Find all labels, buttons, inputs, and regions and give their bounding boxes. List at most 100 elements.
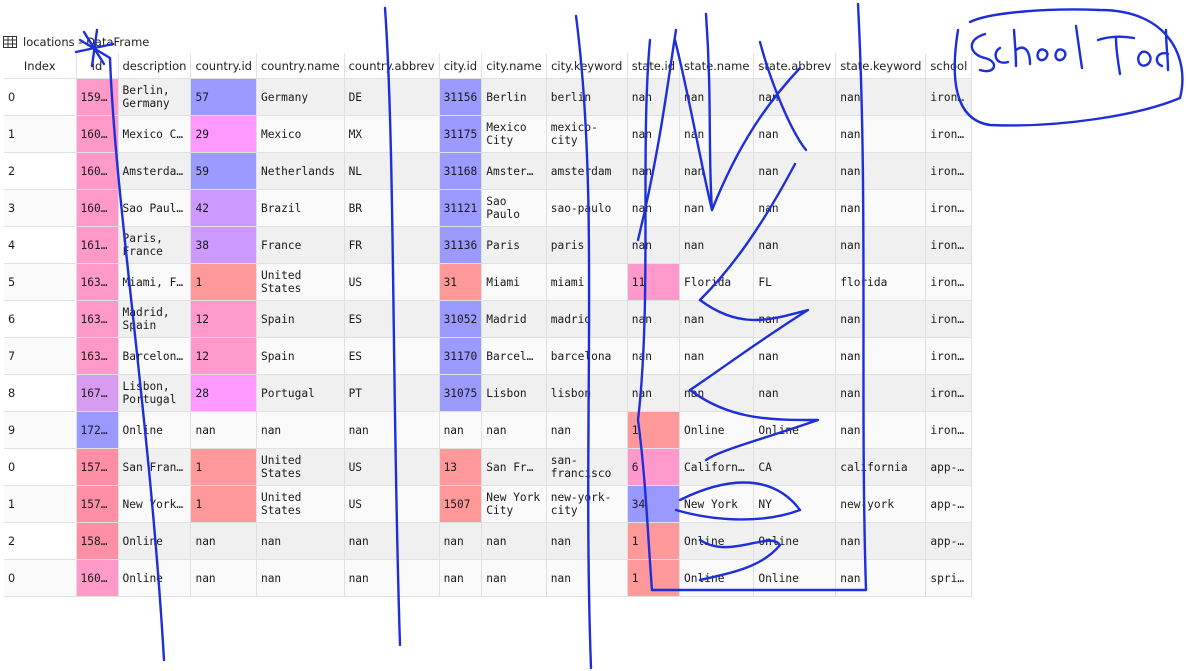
table-row[interactable]: 3 160… Sao Paul… 42 Brazil BR 31121 Sao Paulo sa…: [4, 189, 973, 227]
table-row[interactable]: 1 157… New York… 1 United States US 1507 New Yo…: [4, 485, 973, 523]
table-cell[interactable]: nan: [343, 522, 440, 560]
table-cell[interactable]: california: [835, 448, 927, 486]
column-header-index[interactable]: Index: [4, 53, 77, 79]
table-cell[interactable]: San Fr…: [481, 448, 547, 486]
table-cell[interactable]: 157…: [75, 485, 119, 523]
table-cell[interactable]: nan: [835, 374, 927, 412]
table-cell[interactable]: 59: [190, 152, 257, 190]
table-cell[interactable]: 157…: [75, 448, 119, 486]
table-cell[interactable]: Mexico C…: [117, 115, 192, 153]
table-cell[interactable]: nan: [438, 559, 483, 597]
table-cell[interactable]: mexico- city: [545, 115, 628, 153]
table-cell[interactable]: Miami, F…: [117, 263, 192, 301]
column-header-state-id[interactable]: state.id: [627, 53, 681, 79]
table-cell[interactable]: 1: [626, 559, 681, 597]
table-cell[interactable]: Lisbon: [481, 374, 547, 412]
table-cell[interactable]: nan: [626, 374, 681, 412]
table-cell[interactable]: florida: [835, 263, 927, 301]
table-cell[interactable]: Barcel…: [481, 337, 547, 375]
table-cell[interactable]: Amster…: [481, 152, 547, 190]
table-cell[interactable]: nan: [190, 411, 257, 449]
table-cell[interactable]: iron…: [925, 374, 973, 412]
table-cell[interactable]: nan: [753, 226, 837, 264]
column-header-school[interactable]: school: [925, 53, 973, 79]
table-cell[interactable]: Online: [679, 559, 755, 597]
table-cell[interactable]: miami: [545, 263, 628, 301]
table-cell[interactable]: berlin: [545, 78, 628, 116]
table-cell[interactable]: nan: [255, 559, 345, 597]
table-cell[interactable]: nan: [835, 189, 927, 227]
table-cell[interactable]: nan: [753, 189, 837, 227]
table-cell[interactable]: 159…: [75, 78, 119, 116]
table-cell[interactable]: 31168: [438, 152, 483, 190]
table-cell[interactable]: nan: [626, 300, 681, 338]
row-index[interactable]: 3: [4, 189, 77, 227]
table-cell[interactable]: iron…: [925, 78, 973, 116]
table-cell[interactable]: DE: [343, 78, 440, 116]
table-cell[interactable]: nan: [835, 115, 927, 153]
table-cell[interactable]: new-york: [835, 485, 927, 523]
table-cell[interactable]: nan: [835, 300, 927, 338]
row-index[interactable]: 8: [4, 374, 77, 412]
table-cell[interactable]: 31: [438, 263, 483, 301]
table-cell[interactable]: Portugal: [255, 374, 345, 412]
table-cell[interactable]: nan: [835, 411, 927, 449]
table-row[interactable]: 1 160… Mexico C… 29 Mexico MX 31175 Mexico City…: [4, 115, 973, 153]
row-index[interactable]: 2: [4, 152, 77, 190]
table-cell[interactable]: CA: [753, 448, 837, 486]
table-cell[interactable]: Germany: [255, 78, 345, 116]
table-cell[interactable]: 160…: [75, 559, 119, 597]
row-index[interactable]: 6: [4, 300, 77, 338]
column-header-state-keyword[interactable]: state.keyword: [835, 53, 927, 79]
table-cell[interactable]: nan: [190, 522, 257, 560]
table-cell[interactable]: FR: [343, 226, 440, 264]
table-cell[interactable]: nan: [753, 115, 837, 153]
table-cell[interactable]: nan: [626, 152, 681, 190]
table-cell[interactable]: 160…: [75, 115, 119, 153]
table-cell[interactable]: nan: [626, 189, 681, 227]
table-cell[interactable]: nan: [255, 411, 345, 449]
table-cell[interactable]: BR: [343, 189, 440, 227]
row-index[interactable]: 1: [4, 485, 77, 523]
table-cell[interactable]: barcelona: [545, 337, 628, 375]
table-cell[interactable]: 160…: [75, 189, 119, 227]
table-cell[interactable]: Miami: [481, 263, 547, 301]
column-header-description[interactable]: description: [118, 53, 192, 79]
table-cell[interactable]: NL: [343, 152, 440, 190]
table-cell[interactable]: nan: [679, 226, 755, 264]
column-header-state-abbrev[interactable]: state.abbrev: [753, 53, 837, 79]
column-header-country-name[interactable]: country.name: [256, 53, 345, 79]
table-cell[interactable]: 31121: [438, 189, 483, 227]
table-cell[interactable]: Online: [679, 522, 755, 560]
table-cell[interactable]: Mexico: [255, 115, 345, 153]
table-cell[interactable]: 12: [190, 337, 257, 375]
table-cell[interactable]: nan: [835, 78, 927, 116]
table-row[interactable]: 9 172… Online nan nan nan nan nan nan 1 Online Onli…: [4, 411, 973, 449]
table-cell[interactable]: iron…: [925, 152, 973, 190]
table-cell[interactable]: 13: [438, 448, 483, 486]
table-cell[interactable]: nan: [679, 115, 755, 153]
table-cell[interactable]: 161…: [75, 226, 119, 264]
table-cell[interactable]: 31052: [438, 300, 483, 338]
table-cell[interactable]: app-…: [925, 522, 973, 560]
table-row[interactable]: 2 158… Online nan nan nan nan nan nan 1 Online Onli…: [4, 522, 973, 560]
table-cell[interactable]: 12: [190, 300, 257, 338]
table-cell[interactable]: United States: [255, 485, 345, 523]
row-index[interactable]: 0: [4, 559, 77, 597]
table-row[interactable]: 0 159… Berlin, Germany 57 Germany DE 31156 Berl…: [4, 78, 973, 116]
table-row[interactable]: 6 163… Madrid, Spain 12 Spain ES 31052 Madrid ma…: [4, 300, 973, 338]
table-cell[interactable]: United States: [255, 448, 345, 486]
table-cell[interactable]: iron…: [925, 337, 973, 375]
table-cell[interactable]: nan: [545, 559, 628, 597]
table-cell[interactable]: France: [255, 226, 345, 264]
table-cell[interactable]: Online: [753, 411, 837, 449]
table-cell[interactable]: nan: [679, 300, 755, 338]
table-cell[interactable]: Spain: [255, 337, 345, 375]
table-cell[interactable]: Online: [753, 522, 837, 560]
dataframe-table[interactable]: Index id description country.id country.name…: [4, 53, 973, 597]
table-cell[interactable]: Sao Paulo: [481, 189, 547, 227]
table-cell[interactable]: 57: [190, 78, 257, 116]
table-cell[interactable]: 1507: [438, 485, 483, 523]
column-header-id[interactable]: id: [76, 53, 119, 79]
table-cell[interactable]: nan: [835, 559, 927, 597]
